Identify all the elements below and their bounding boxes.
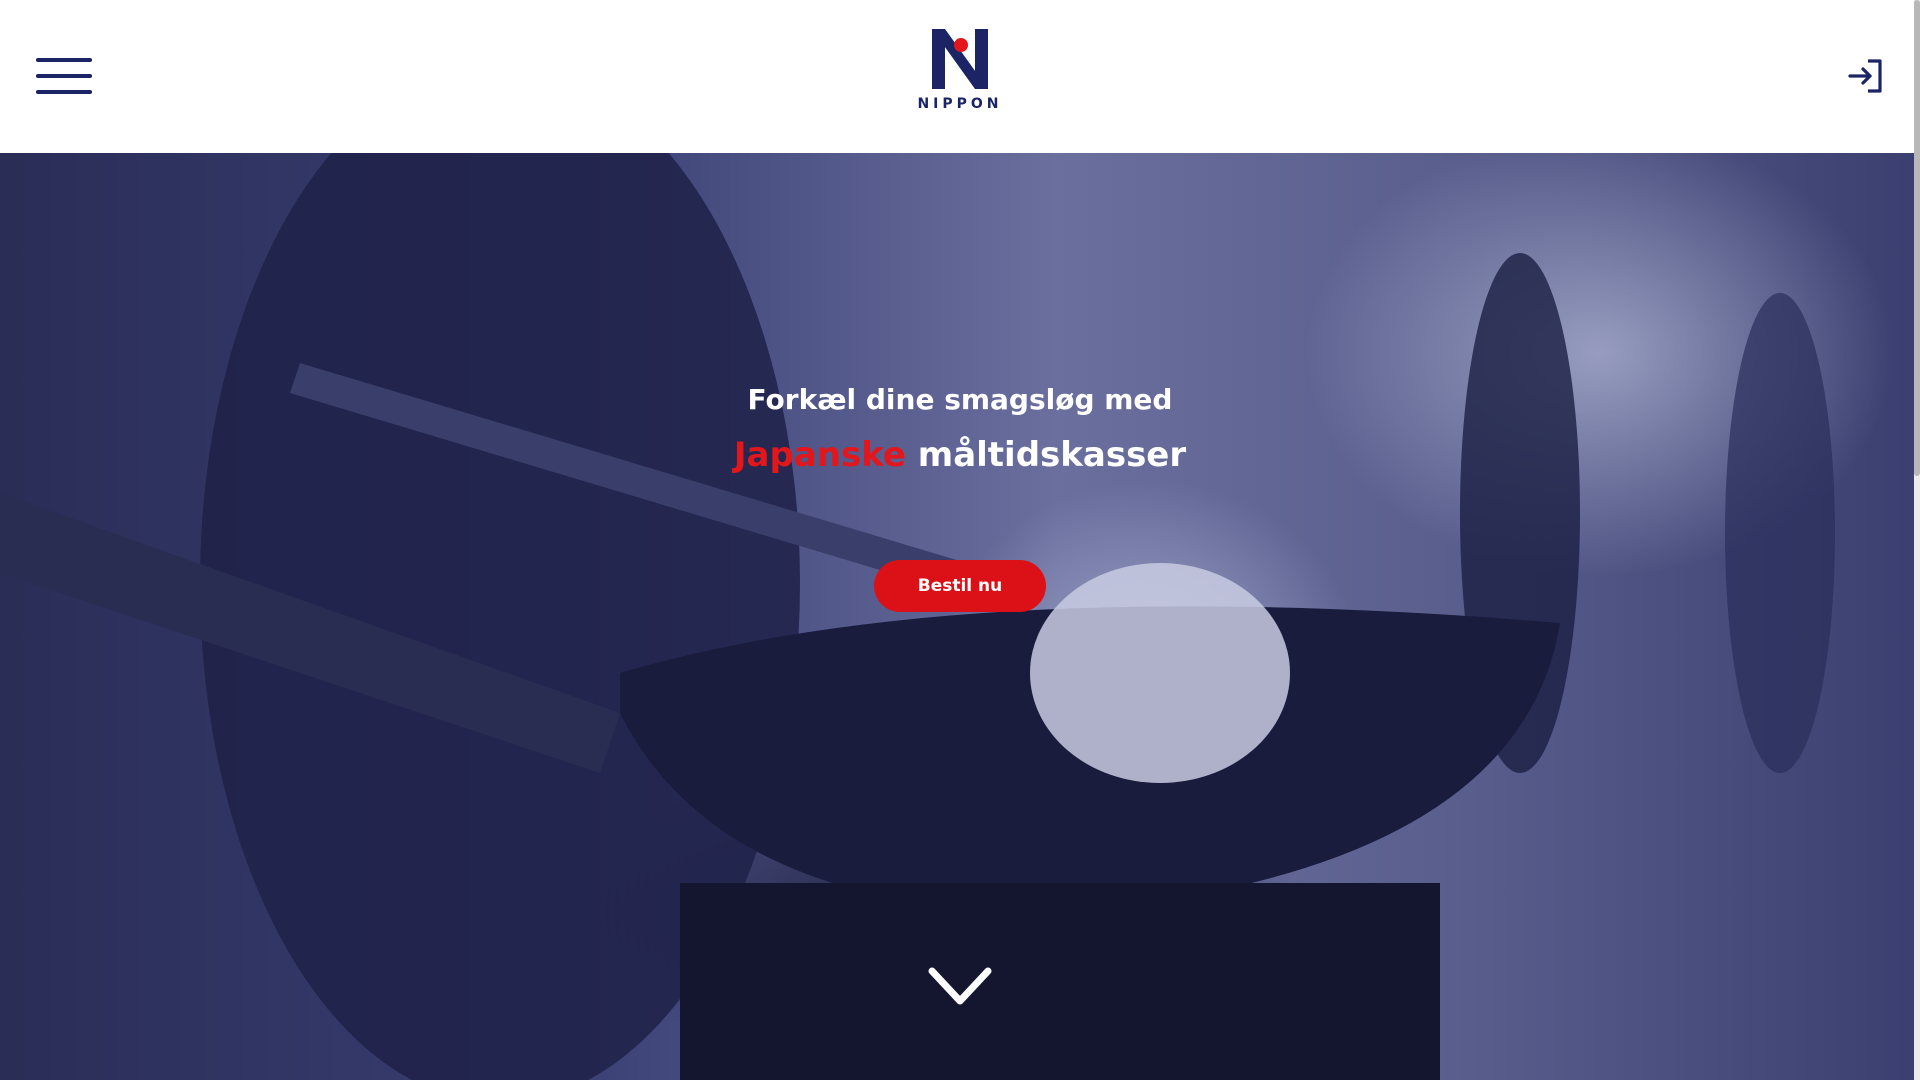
- menu-bar: [36, 58, 92, 62]
- hero-heading-accent: Japanske: [733, 435, 906, 475]
- hero-banner: Forkæl dine smagsløg med Japanske måltid…: [0, 153, 1920, 1080]
- hero-heading-line1: Forkæl dine smagsløg med: [747, 383, 1173, 416]
- login-button[interactable]: [1846, 56, 1886, 96]
- site-header: NIPPON: [0, 0, 1920, 153]
- menu-button[interactable]: [36, 58, 92, 94]
- hero-heading-line2: Japanske måltidskasser: [0, 435, 1920, 475]
- logo-mark: [932, 29, 988, 89]
- order-now-button[interactable]: Bestil nu: [874, 560, 1046, 612]
- login-icon: [1848, 59, 1882, 93]
- hero-background-image: [0, 153, 1835, 1080]
- menu-bar: [36, 90, 92, 94]
- scrollbar-thumb[interactable]: [1914, 0, 1920, 476]
- nippon-logo[interactable]: NIPPON: [912, 26, 1008, 118]
- menu-bar: [36, 74, 92, 78]
- hero-heading-rest: måltidskasser: [905, 435, 1187, 475]
- logo-wordmark: NIPPON: [917, 96, 1003, 112]
- chevron-down-icon: [928, 967, 992, 1005]
- scroll-down-button[interactable]: [928, 965, 992, 1009]
